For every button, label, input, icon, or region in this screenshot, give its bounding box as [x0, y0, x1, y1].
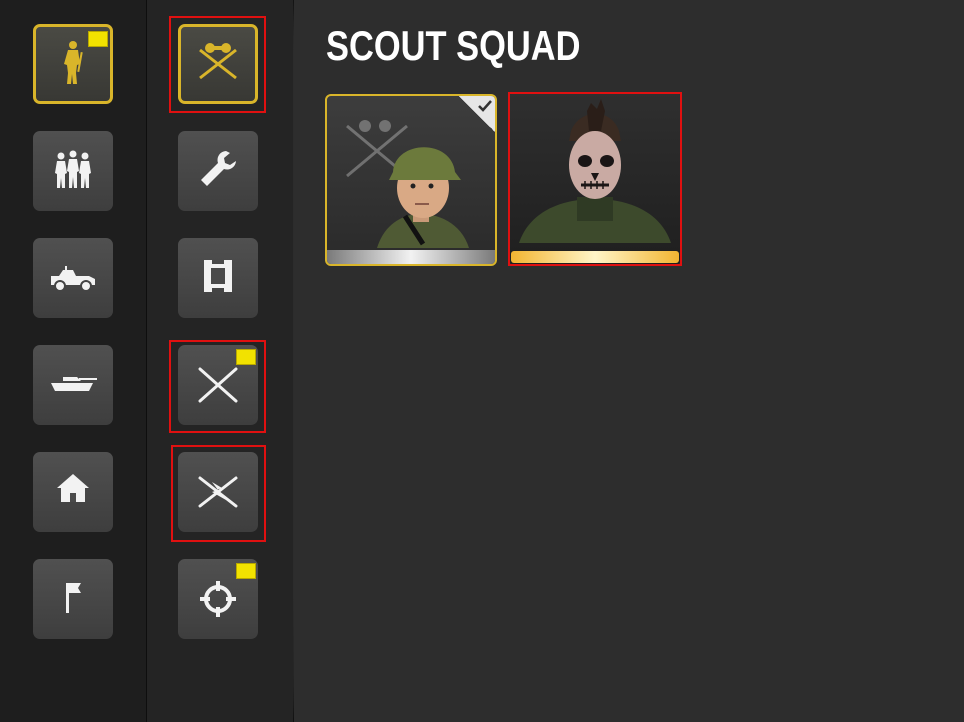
wrench-icon — [190, 141, 246, 201]
flag-icon — [45, 569, 101, 629]
new-flag-icon — [88, 31, 108, 47]
tab-tanks[interactable] — [33, 345, 113, 425]
unit-rarity-bar — [511, 251, 679, 263]
tab-infantry[interactable] — [33, 24, 113, 104]
tab-recon[interactable] — [178, 24, 258, 104]
subcategory-sidebar — [147, 0, 293, 722]
signal-lightning-icon — [190, 462, 246, 522]
tab-fortifications[interactable] — [178, 238, 258, 318]
tab-squads[interactable] — [33, 131, 113, 211]
page-title: SCOUT SQUAD — [326, 22, 581, 69]
tab-support[interactable] — [178, 452, 258, 532]
new-flag-icon — [236, 563, 256, 579]
tab-riflemen[interactable] — [178, 345, 258, 425]
engineer-castle-icon — [190, 248, 246, 308]
tab-buildings[interactable] — [33, 452, 113, 532]
category-sidebar — [0, 0, 147, 722]
tab-commanders[interactable] — [33, 559, 113, 639]
tab-snipers[interactable] — [178, 559, 258, 639]
binoculars-crossed-rifles-icon — [190, 34, 246, 94]
checkmark-icon — [478, 100, 492, 112]
house-icon — [45, 462, 101, 522]
squad-group-icon — [45, 141, 101, 201]
tank-icon — [45, 355, 101, 415]
selected-check-badge — [459, 96, 495, 132]
tab-engineers[interactable] — [178, 131, 258, 211]
tab-light-vehicles[interactable] — [33, 238, 113, 318]
new-flag-icon — [236, 349, 256, 365]
unit-card-scout[interactable] — [325, 94, 497, 266]
unit-rarity-bar — [327, 250, 495, 264]
jeep-icon — [45, 248, 101, 308]
unit-card-skull-scout[interactable] — [509, 93, 681, 265]
